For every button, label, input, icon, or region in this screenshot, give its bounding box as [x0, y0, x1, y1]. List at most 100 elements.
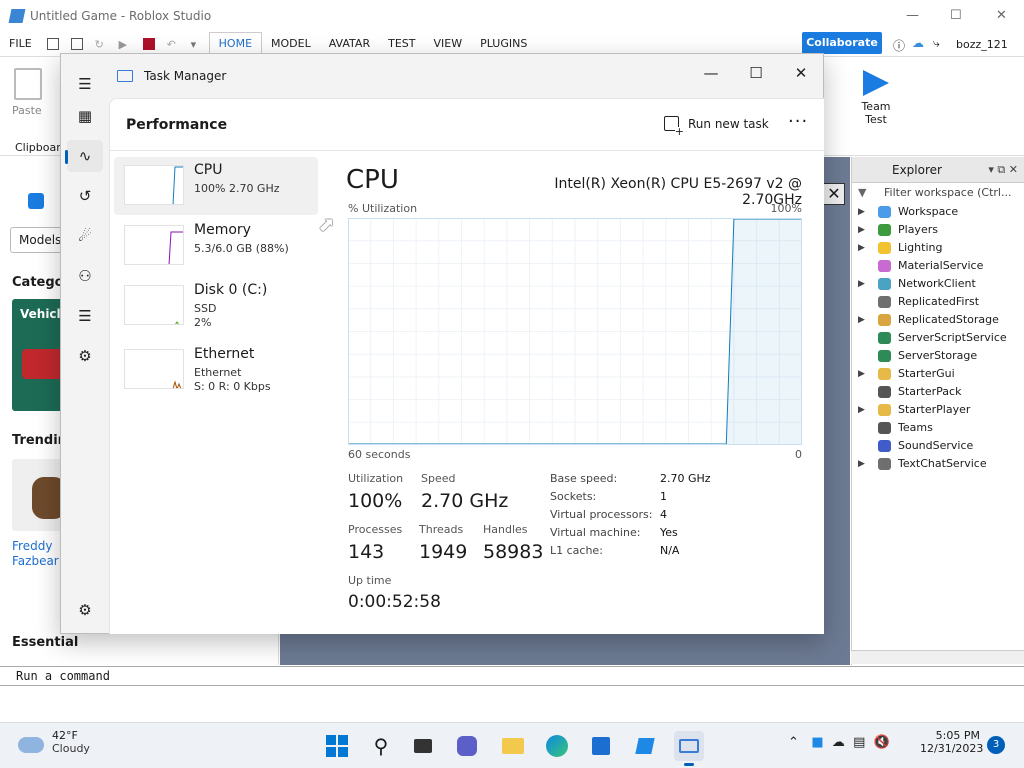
expand-arrow-icon[interactable]: ▶ — [858, 221, 865, 239]
hamburger-menu-icon[interactable]: ☰ — [67, 68, 103, 100]
edge-browser-icon[interactable] — [542, 731, 572, 761]
explorer-item[interactable]: ServerScriptService — [852, 329, 1024, 347]
perf-item-disk[interactable]: Disk 0 (C:) SSD 2% — [114, 277, 318, 335]
collaborate-button[interactable]: Collaborate — [802, 32, 882, 54]
expand-arrow-icon[interactable]: ▶ — [858, 311, 865, 329]
tray-volume-muted-icon[interactable]: 🔇 — [874, 735, 890, 750]
system-tray[interactable]: ⌃ ■ ☁ ▤ 🔇 — [788, 735, 890, 750]
perf-item-cpu[interactable]: CPU 100% 2.70 GHz — [114, 157, 318, 215]
roblox-studio-taskbar-icon[interactable] — [630, 731, 660, 761]
share-icon[interactable]: ⤷ — [933, 36, 940, 51]
explorer-item[interactable]: SoundService — [852, 437, 1024, 455]
explorer-item[interactable]: ▶ StarterPlayer — [852, 401, 1024, 419]
disk-label: Disk 0 (C:) — [194, 282, 268, 298]
expand-arrow-icon[interactable]: ▶ — [858, 239, 865, 257]
explorer-item[interactable]: ServerStorage — [852, 347, 1024, 365]
studio-title-bar: Untitled Game - Roblox Studio — ☐ ✕ — [0, 0, 1024, 32]
explorer-item[interactable]: StarterPack — [852, 383, 1024, 401]
team-test-button[interactable]: Team Test — [856, 70, 896, 126]
tm-maximize-icon[interactable]: ☐ — [736, 59, 776, 87]
expand-arrow-icon[interactable]: ▶ — [858, 365, 865, 383]
tray-app-icon[interactable]: ■ — [811, 735, 823, 750]
explorer-item[interactable]: ▶ ReplicatedStorage — [852, 311, 1024, 329]
expand-arrow-icon[interactable]: ▶ — [858, 455, 865, 473]
details-nav-icon[interactable]: ☰ — [67, 300, 103, 332]
tm-minimize-icon[interactable]: — — [691, 59, 731, 87]
explorer-filter-input[interactable]: ▼ Filter workspace (Ctrl... — [852, 183, 1024, 203]
show-hidden-icons-icon[interactable]: ⌃ — [788, 735, 799, 750]
explorer-item[interactable]: ▶ Workspace — [852, 203, 1024, 221]
tray-update-icon[interactable]: ☁ — [832, 735, 845, 750]
performance-nav-icon[interactable]: ∿ — [65, 140, 103, 172]
command-bar-input[interactable]: Run a command — [0, 666, 1024, 686]
run-new-task-button[interactable]: Run new task — [664, 116, 769, 137]
minimize-icon[interactable]: — — [906, 8, 919, 23]
marketplace-icon[interactable] — [28, 193, 44, 209]
settings-nav-icon[interactable]: ⚙ — [67, 594, 103, 626]
performance-page: Performance Run new task ··· CPU 100% 2.… — [109, 98, 824, 634]
search-icon[interactable]: ⚲ — [366, 731, 396, 761]
open-file-icon[interactable] — [70, 38, 83, 50]
explorer-item[interactable]: ▶ Lighting — [852, 239, 1024, 257]
uptime-label: Up time — [348, 574, 392, 587]
chat-icon[interactable] — [452, 731, 482, 761]
explorer-item-icon — [878, 368, 891, 380]
perf-item-ethernet[interactable]: Ethernet Ethernet S: 0 R: 0 Kbps — [114, 341, 318, 399]
help-icon[interactable]: ⓘ — [893, 37, 905, 54]
windows-logo-icon — [326, 735, 348, 757]
explorer-item-icon — [878, 332, 891, 344]
tm-close-icon[interactable]: ✕ — [781, 59, 821, 87]
menu-plugins[interactable]: PLUGINS — [471, 33, 536, 55]
expand-arrow-icon[interactable]: ▶ — [858, 275, 865, 293]
expand-arrow-icon[interactable]: ▶ — [858, 203, 865, 221]
more-options-button[interactable]: ··· — [788, 111, 808, 132]
customize-icon[interactable]: ▾ — [191, 38, 203, 51]
menu-avatar[interactable]: AVATAR — [320, 33, 379, 55]
explorer-item[interactable]: ▶ TextChatService — [852, 455, 1024, 473]
tray-network-icon[interactable]: ▤ — [853, 735, 865, 750]
username[interactable]: bozz_121 — [956, 38, 1008, 51]
explorer-item[interactable]: ReplicatedFirst — [852, 293, 1024, 311]
services-nav-icon[interactable]: ⚙ — [67, 340, 103, 372]
run-new-task-label: Run new task — [688, 116, 769, 131]
play-icon[interactable]: ▶ — [119, 38, 131, 51]
menu-model[interactable]: MODEL — [262, 33, 320, 55]
explorer-horizontal-scrollbar[interactable] — [851, 650, 1024, 664]
explorer-window-controls[interactable]: ▾ ⧉ ✕ — [988, 157, 1018, 183]
file-explorer-icon[interactable] — [498, 731, 528, 761]
explorer-item[interactable]: MaterialService — [852, 257, 1024, 275]
new-file-icon[interactable] — [46, 38, 59, 50]
explorer-item[interactable]: ▶ Players — [852, 221, 1024, 239]
explorer-item[interactable]: ▶ StarterGui — [852, 365, 1024, 383]
explorer-item-label: Teams — [898, 421, 933, 434]
menu-test[interactable]: TEST — [379, 33, 424, 55]
notification-badge[interactable]: 3 — [987, 736, 1005, 754]
paste-icon[interactable] — [14, 68, 42, 100]
task-view-icon[interactable] — [408, 731, 438, 761]
stop-icon[interactable] — [142, 38, 155, 50]
taskbar-clock[interactable]: 5:05 PM 12/31/2023 — [920, 729, 983, 755]
perf-item-memory[interactable]: Memory 5.3/6.0 GB (88%) — [114, 217, 318, 275]
start-button[interactable] — [322, 731, 352, 761]
cpu-utilization-graph — [348, 218, 802, 445]
explorer-item[interactable]: Teams — [852, 419, 1024, 437]
microsoft-store-icon[interactable] — [586, 731, 616, 761]
startup-apps-nav-icon[interactable]: ☄ — [67, 220, 103, 252]
undo-icon[interactable]: ↶ — [167, 38, 179, 51]
speed-label: Speed — [421, 472, 456, 485]
viewport-close-icon[interactable]: ✕ — [823, 183, 845, 205]
menu-view[interactable]: VIEW — [424, 33, 471, 55]
explorer-item[interactable]: ▶ NetworkClient — [852, 275, 1024, 293]
cloud-icon[interactable]: ☁ — [912, 36, 924, 50]
weather-widget[interactable]: 42°F Cloudy — [18, 729, 90, 755]
app-history-nav-icon[interactable]: ↺ — [67, 180, 103, 212]
task-manager-taskbar-icon[interactable] — [674, 731, 704, 766]
users-nav-icon[interactable]: ⚇ — [67, 260, 103, 292]
menu-file[interactable]: FILE — [0, 33, 41, 55]
team-test-icon — [863, 70, 889, 96]
redo-icon[interactable]: ↻ — [95, 38, 107, 51]
expand-arrow-icon[interactable]: ▶ — [858, 401, 865, 419]
processes-nav-icon[interactable]: ▦ — [67, 100, 103, 132]
close-icon[interactable]: ✕ — [996, 8, 1007, 23]
maximize-icon[interactable]: ☐ — [950, 8, 962, 23]
